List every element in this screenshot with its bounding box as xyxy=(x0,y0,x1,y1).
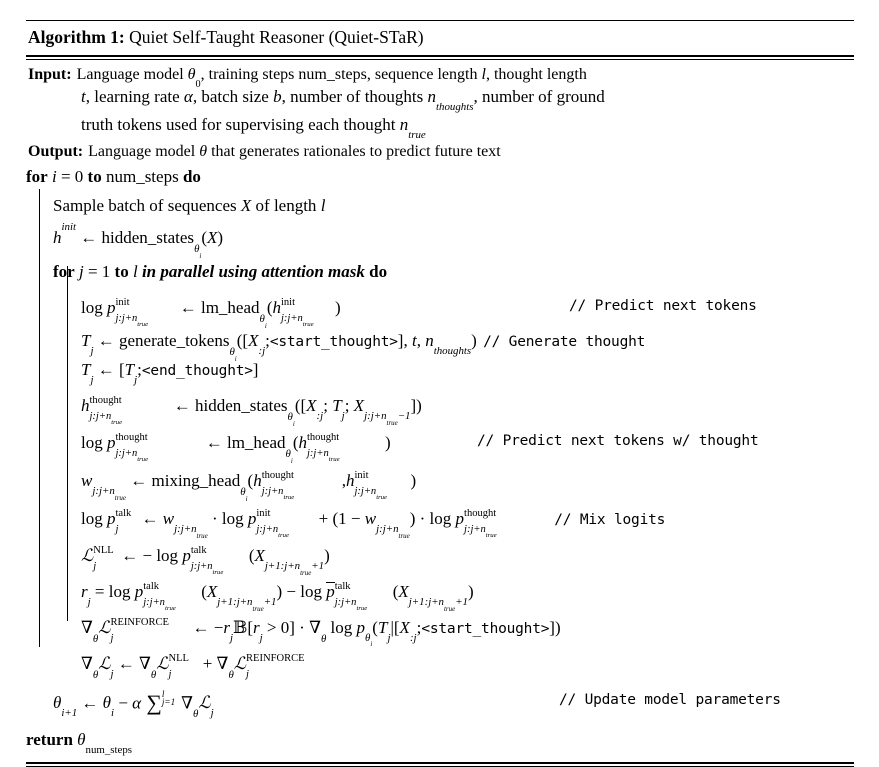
token-end-thought: <end_thought> xyxy=(141,363,253,380)
comment-mix-logits: // Mix logits xyxy=(554,512,666,529)
algorithm-caption: Algorithm 1: Quiet Self-Taught Reasoner … xyxy=(26,21,854,55)
statement-reward: rj = log p talk j:j+ntrue (Xj+1:j+ntrue+1) … xyxy=(81,581,474,613)
comment-predict-next-tokens: // Predict next tokens xyxy=(569,298,757,315)
statement-update-params: θi+1 ← θi − α ∑ l j=1 ∇θℒj // Update model… xyxy=(53,689,781,720)
statement-total-grad: ∇θℒj ← ∇θℒ NLL j + ∇θℒ REINFORCE j xyxy=(81,652,305,681)
return-keyword: return xyxy=(26,729,73,749)
statement-log-p-thought: log p thought j:j+ntrue ← lm_headθi(h thoug… xyxy=(81,432,759,465)
summation-symbol: ∑ l j=1 xyxy=(146,689,176,715)
comment-predict-next-tokens-w-thought: // Predict next tokens w/ thought xyxy=(477,433,759,450)
algorithm-title: Quiet Self-Taught Reasoner (Quiet-STaR) xyxy=(129,27,424,47)
statement-log-p-talk: log p talk j ← wj:j+ntrue · log p init j:j+nt… xyxy=(81,508,666,540)
statement-mixing-head: wj:j+ntrue ← mixing_headθi(h thought j:j+n… xyxy=(81,470,417,503)
statement-h-init: hinit ← hidden_statesθi(X) xyxy=(53,220,224,260)
output-text: Language model θ that generates rational… xyxy=(88,143,501,161)
statement-outer-for: for i = 0 to num_steps do xyxy=(26,167,201,187)
input-text-1: Language model θ0, training steps num_st… xyxy=(76,66,587,90)
token-start-thought: <start_thought> xyxy=(269,334,398,351)
statement-inner-for: for j = 1 to l in parallel using attenti… xyxy=(53,262,388,282)
statement-generate-tokens: Tj ← generate_tokensθi([X:j;<start_thoug… xyxy=(81,331,646,363)
comment-generate-thought: // Generate thought xyxy=(483,334,646,351)
algorithm-label: Algorithm 1: xyxy=(28,27,125,47)
statement-h-thought: h thought j:j+ntrue ← hidden_statesθi([X:j… xyxy=(81,395,422,428)
input-line-3: truth tokens used for supervising each t… xyxy=(81,115,426,142)
token-start-thought-2: <start_thought> xyxy=(421,620,550,637)
statement-nll-loss: ℒ NLL j ← − log p talk j:j+ntrue (Xj+1:j+ntrue… xyxy=(81,545,330,577)
statement-sample-batch: Sample batch of sequences X of length l xyxy=(53,196,326,216)
indent-rail-outer xyxy=(39,189,40,647)
statement-end-thought: Tj ← [Tj;<end_thought>] xyxy=(81,360,259,387)
statement-reinforce-grad: ∇θℒ REINFORCE j ← −rj𝔹[rj > 0] · ∇θ log pθi… xyxy=(81,616,561,649)
input-line-2: t, learning rate α, batch size b, number… xyxy=(81,87,605,114)
algorithm-body: Input: Language model θ0, training steps… xyxy=(26,60,854,756)
statement-return: return θnum_steps xyxy=(26,729,133,756)
statement-log-p-init: log p init j:j+ntrue ← lm_headθi(h init j:j+… xyxy=(81,297,757,330)
output-line: Output: Language model θ that generates … xyxy=(28,143,854,161)
rule-bottom xyxy=(26,761,854,767)
algorithm-block: Algorithm 1: Quiet Self-Taught Reasoner … xyxy=(26,20,854,767)
comment-update-model-parameters: // Update model parameters xyxy=(559,691,781,708)
input-label: Input: xyxy=(28,66,72,84)
output-label: Output: xyxy=(28,143,84,161)
input-line-1: Input: Language model θ0, training steps… xyxy=(28,66,854,90)
